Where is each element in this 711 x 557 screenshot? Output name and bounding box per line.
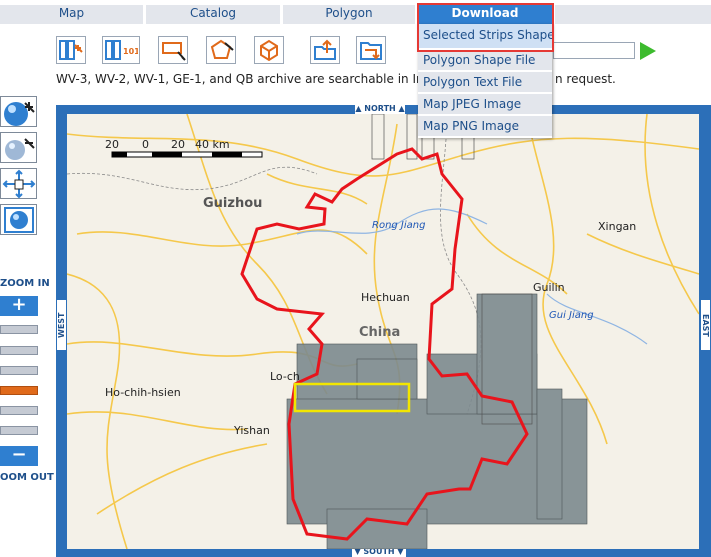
zoom-in-tool[interactable]	[0, 96, 37, 127]
tab-map[interactable]: Map	[0, 5, 143, 24]
map-canvas[interactable]: 20 0 20 40 km Guizhou Rong Jiang Xingan …	[67, 114, 699, 549]
place-ho-chih-hsien: Ho-chih-hsien	[105, 386, 181, 399]
strip-id-icon: 101	[105, 40, 138, 60]
menu-item-selected-strips-shape-file[interactable]: Selected Strips Shape File	[418, 24, 552, 48]
draw-box-button[interactable]	[254, 36, 284, 64]
pan-west-button[interactable]: WEST	[57, 300, 66, 350]
location-input[interactable]	[553, 42, 635, 59]
globe-zoom-out-icon	[5, 138, 35, 160]
svg-text:101: 101	[123, 47, 138, 56]
place-yishan: Yishan	[234, 424, 270, 437]
pan-east-button[interactable]: EAST	[701, 300, 710, 350]
place-gui-jiang: Gui Jiang	[549, 310, 594, 321]
place-xingan: Xingan	[598, 220, 637, 233]
tab-download[interactable]: Download	[418, 5, 552, 24]
zoom-level-5[interactable]	[0, 406, 38, 415]
strip-id-button[interactable]: 101	[102, 36, 140, 64]
place-china: China	[359, 325, 401, 340]
scale-tick-20-left: 20	[105, 138, 119, 151]
load-shape-button[interactable]	[356, 36, 386, 64]
pan-tool[interactable]	[0, 168, 37, 199]
borders	[67, 114, 482, 415]
draw-polygon-button[interactable]	[206, 36, 236, 64]
zoom-out-label: OOM OUT	[0, 472, 54, 483]
cube-icon	[260, 39, 278, 62]
download-menu: Selected Strips Shape File Polygon Shape…	[418, 24, 552, 138]
scale-tick-40km: 40 km	[195, 138, 230, 151]
tab-catalog[interactable]: Catalog	[146, 5, 280, 24]
pan-hand-icon	[2, 169, 36, 198]
place-rong-jiang: Rong Jiang	[372, 220, 426, 231]
strip-select-icon	[59, 40, 83, 60]
upload-shape-button[interactable]	[310, 36, 340, 64]
place-guizhou: Guizhou	[203, 196, 263, 211]
full-extent-tool[interactable]	[0, 204, 37, 235]
go-arrow-icon[interactable]	[640, 42, 656, 60]
place-lo-ch: Lo-ch	[270, 370, 300, 383]
folder-open-icon	[360, 42, 382, 60]
menu-item-map-jpeg-image[interactable]: Map JPEG Image	[418, 94, 552, 114]
globe-zoom-in-icon	[4, 102, 35, 126]
menu-item-polygon-text-file[interactable]: Polygon Text File	[418, 72, 552, 92]
polygon-draw-icon	[210, 39, 234, 59]
pan-north-button[interactable]: ▲ NORTH ▲	[355, 104, 405, 114]
zoom-level-current[interactable]	[0, 386, 38, 395]
zoom-level-1[interactable]	[0, 325, 38, 334]
rivers	[296, 208, 648, 345]
imagery-strips	[286, 293, 588, 549]
select-strips-button[interactable]	[56, 36, 86, 64]
zoom-level-2[interactable]	[0, 346, 38, 355]
notice-tail: n request.	[555, 72, 616, 86]
tab-polygon[interactable]: Polygon	[283, 5, 415, 24]
rectangle-draw-icon	[162, 42, 186, 61]
place-guilin: Guilin	[533, 281, 565, 294]
zoom-out-tool[interactable]	[0, 132, 37, 163]
globe-full-extent-icon	[4, 207, 34, 233]
menu-item-map-png-image[interactable]: Map PNG Image	[418, 116, 552, 136]
zoom-level-6[interactable]	[0, 426, 38, 435]
zoom-out-button[interactable]: −	[0, 446, 38, 466]
folder-upload-icon	[314, 39, 336, 60]
zoom-in-label: ZOOM IN	[0, 278, 50, 289]
draw-rectangle-button[interactable]	[158, 36, 188, 64]
zoom-in-button[interactable]: +	[0, 296, 38, 316]
scale-bar	[111, 151, 263, 158]
tab-filler	[555, 5, 711, 24]
scale-tick-0: 0	[142, 138, 149, 151]
place-hechuan: Hechuan	[361, 291, 410, 304]
menu-item-polygon-shape-file[interactable]: Polygon Shape File	[418, 50, 552, 70]
zoom-level-3[interactable]	[0, 366, 38, 375]
scale-tick-20-right: 20	[171, 138, 185, 151]
